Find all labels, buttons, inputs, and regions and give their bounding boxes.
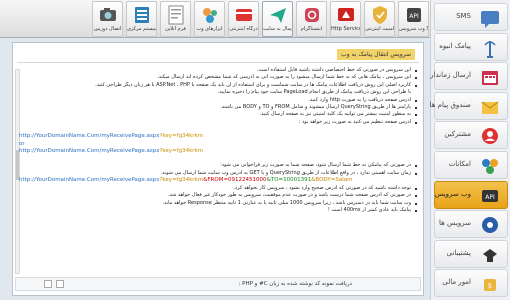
- panel-title: سرویس انتقال پیامک به وب: [337, 49, 415, 60]
- or-label: or: [19, 140, 25, 147]
- text-line: این سرویس ، پیامک هایی که به خط شما ارسا…: [19, 74, 417, 81]
- send-site-icon: [269, 8, 286, 23]
- toolbar-button[interactable]: ابزارهای وب: [194, 1, 225, 37]
- toolbar-button[interactable]: API وب سرویس SOAP: [398, 1, 429, 37]
- divider: [17, 62, 419, 63]
- sidebar-item[interactable]: پیامک انبوه: [434, 32, 508, 61]
- finance-icon: $: [484, 279, 496, 292]
- text-line: زمان سایت اهمیتی ندارد ، در واقع اطلاعات…: [19, 170, 417, 177]
- calendar-icon: [482, 71, 498, 86]
- sidebar-item-label: مشترکین: [444, 130, 471, 139]
- text-line: توجه داشته باشید که در صورتی که آدرس صحی…: [19, 185, 417, 192]
- svg-text:API: API: [485, 194, 495, 201]
- inbox-icon: [481, 101, 499, 114]
- url-from: &FROM=09122451000: [203, 177, 267, 184]
- toolbar-button[interactable]: فرم آنلاین: [160, 1, 191, 37]
- toolbar-button[interactable]: اینستاگرام: [296, 1, 327, 37]
- url-prefix: http://YourDomainName.Com/myReceivePage.…: [19, 133, 160, 140]
- right-sidebar: SMS پیامک انبوه ارسال زماندار صندوق پیام ها…: [430, 0, 510, 300]
- url-key: ?key=fg34krkm: [159, 148, 204, 155]
- text-line: با طراحی این روش دریافت پیامک از طریق ان…: [217, 89, 411, 96]
- support-icon: [483, 248, 497, 262]
- toolbar-button[interactable]: امنیت اینترنتی: [364, 1, 395, 37]
- antenna-icon: [484, 40, 496, 58]
- widget-icon: [202, 8, 217, 23]
- download-icon[interactable]: [56, 280, 64, 288]
- code-caption: دریافت نمونه کد نوشته شده به زبان C# و P…: [238, 281, 352, 287]
- code-download-bar[interactable]: دریافت نمونه کد نوشته شده به زبان C# و P…: [15, 277, 421, 291]
- toolbar-button[interactable]: درگاه اینترنتی: [228, 1, 259, 37]
- sidebar-item[interactable]: SMS: [434, 3, 508, 31]
- sidebar-item-label: SMS: [456, 12, 471, 20]
- toolbar-button-label: درگاه اینترنتی: [229, 26, 258, 32]
- sidebar-item[interactable]: مشترکین: [434, 121, 508, 150]
- toolbar-button-label: سیستم مرکزی: [127, 26, 156, 32]
- services-icon: [482, 217, 498, 234]
- sidebar-item-label: پیامک انبوه: [439, 41, 471, 50]
- text-line: به منظور امنیت بیشتر می توانید یک کلید ا…: [19, 111, 417, 118]
- subscribers-icon: [482, 128, 498, 145]
- toolbar-button-label: Http Service: [331, 26, 360, 32]
- camera-icon: [99, 8, 116, 21]
- example-url-2: http://YourDomainName.Com/myReceivePage.…: [19, 148, 417, 155]
- sidebar-item-label: پشتیبانی: [446, 248, 471, 257]
- sms-icon: [481, 11, 499, 28]
- sidebar-item-label: سرویس ها: [438, 219, 471, 228]
- sidebar-item[interactable]: API وب سرویس: [434, 180, 508, 209]
- main-panel: سرویس انتقال پیامک به وب این سرویس در صو…: [12, 42, 424, 296]
- sidebar-item[interactable]: صندوق پیام ها: [430, 91, 508, 120]
- server-icon: [134, 7, 149, 23]
- sidebar-item-label: ارسال زماندار: [430, 71, 471, 80]
- example-full-url: http://YourDomainName.Com/myReceivePage.…: [19, 177, 417, 184]
- toolbar-button-label: امنیت اینترنتی: [365, 26, 394, 32]
- svg-text:$: $: [488, 282, 492, 290]
- text-line: این سرویس در صورتی که خط اختصاصی داشته ب…: [19, 67, 417, 74]
- url-to: &TO=10001391: [266, 177, 312, 184]
- text-line: کاربرد اصلی این روش دریافت اطلاعات پیامک…: [19, 82, 417, 89]
- sidebar-item[interactable]: ارسال زماندار: [430, 62, 508, 91]
- toolbar-button[interactable]: اتصال دوربین: [92, 1, 123, 37]
- security-icon: [372, 6, 387, 24]
- text-line: در صورتی که پیامکی به خط شما ارسال شود، …: [19, 162, 417, 169]
- instagram-icon: [304, 8, 319, 22]
- text-line: پیامک باید عادی کمتر از 400ms است !: [19, 207, 417, 214]
- url-prefix: http://YourDomainName.Com/myReceivePage.…: [19, 148, 160, 155]
- toolbar-button-label: ابزارهای وب: [196, 26, 223, 32]
- text-line: آدرس صفحه تنظیم می کنید به صورت زیر خواه…: [19, 119, 417, 126]
- toolbar-button[interactable]: Http Service: [330, 1, 361, 37]
- gateway-icon: [235, 9, 252, 21]
- text-line: وب سایت شما باید در دسترس باشد ، زیرا سر…: [19, 200, 417, 207]
- toolbar-button-label: ارسال به سایت: [263, 26, 292, 32]
- http-icon: [337, 8, 354, 21]
- sidebar-item[interactable]: پشتیبانی: [434, 239, 508, 268]
- text-line: در صورتی که آدرس صفحه شما درست باشد و در…: [19, 192, 417, 199]
- form-icon: [168, 5, 183, 25]
- soap-icon: API: [406, 8, 421, 22]
- sidebar-item-label: امور مالی: [442, 278, 471, 287]
- svg-text:API: API: [409, 13, 419, 20]
- sidebar-item[interactable]: سرویس ها: [434, 210, 508, 239]
- url-key: ?key=fg34krkm: [159, 133, 204, 140]
- toolbar-button[interactable]: سیستم مرکزی: [126, 1, 157, 37]
- sidebar-item-label: صندوق پیام ها: [429, 100, 471, 109]
- sidebar-item-label: وب سرویس: [434, 189, 471, 198]
- features-icon: [482, 159, 498, 174]
- toolbar-button-label: اینستاگرام: [300, 26, 323, 32]
- text-line: پارامتر ها از طریق QueryString ارسال میش…: [19, 104, 417, 111]
- sidebar-item[interactable]: $ امور مالی: [434, 269, 508, 298]
- sidebar-item-label: امکانات: [448, 160, 471, 168]
- url-prefix: http://YourDomainName.Com/myReceivePage.…: [19, 177, 160, 184]
- url-body: &BODY=Salam: [311, 177, 353, 184]
- sidebar-item[interactable]: امکانات: [434, 151, 508, 179]
- url-key: ?key=fg34krkm: [159, 177, 204, 184]
- toolbar-button-label: فرم آنلاین: [165, 26, 186, 32]
- toolbar-button-label: وب سرویس SOAP: [399, 26, 428, 32]
- toolbar-button[interactable]: ارسال به سایت: [262, 1, 293, 37]
- toolbar-button-label: اتصال دوربین: [93, 26, 122, 32]
- text-line: آدرس صفحه دریافت را به صورت http وارد کن…: [19, 97, 417, 104]
- file-icon[interactable]: [44, 280, 52, 288]
- example-url-1: http://YourDomainName.Com/myReceivePage.…: [19, 133, 417, 140]
- panel-content: این سرویس در صورتی که خط اختصاصی داشته ب…: [19, 67, 417, 273]
- web-service-icon: API: [482, 189, 498, 202]
